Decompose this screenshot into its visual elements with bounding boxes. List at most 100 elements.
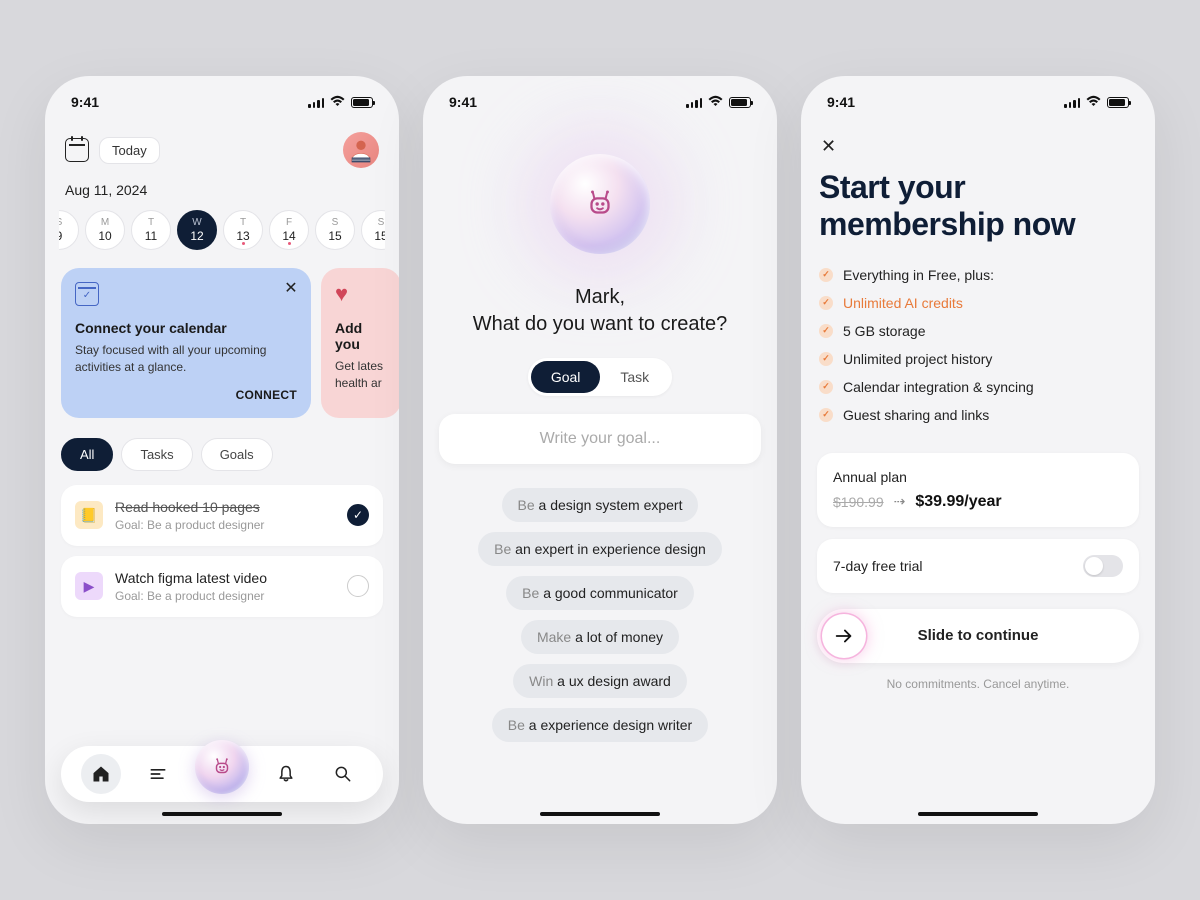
goal-input[interactable]: Write your goal... — [439, 414, 761, 464]
filter-goals[interactable]: Goals — [201, 438, 273, 471]
suggestions: Be a design system expert Be an expert i… — [439, 488, 761, 742]
plan-name: Annual plan — [833, 469, 1123, 485]
suggestion-chip[interactable]: Be an expert in experience design — [478, 532, 722, 566]
day-chip[interactable]: T11 — [131, 210, 171, 250]
avatar-icon — [347, 136, 375, 164]
mode-toggle[interactable]: Goal Task — [528, 358, 672, 396]
close-button[interactable]: ✕ — [821, 136, 845, 157]
card-title: Add you — [335, 320, 387, 352]
plan-card[interactable]: Annual plan $190.99 ⇢ $39.99/year — [817, 453, 1139, 527]
status-icons — [308, 93, 373, 111]
home-icon — [91, 764, 111, 784]
perk-item: ✓Unlimited project history — [819, 351, 1137, 367]
perk-item: ✓5 GB storage — [819, 323, 1137, 339]
new-price: $39.99/year — [915, 493, 1001, 511]
close-icon[interactable]: ✕ — [281, 278, 301, 298]
ai-orb — [550, 154, 650, 254]
calendar-icon[interactable] — [65, 138, 89, 162]
robot-icon — [211, 756, 233, 778]
wifi-icon — [330, 93, 345, 111]
check-icon: ✓ — [819, 408, 833, 422]
day-chip-selected[interactable]: W12 — [177, 210, 217, 250]
suggestion-chip[interactable]: Be a good communicator — [506, 576, 694, 610]
status-time: 9:41 — [827, 94, 855, 110]
task-subtitle: Goal: Be a product designer — [115, 518, 335, 532]
status-icons — [1064, 93, 1129, 111]
connect-calendar-card[interactable]: ✕ Connect your calendar Stay focused wit… — [61, 268, 311, 418]
week-strip[interactable]: S9 M10 T11 W12 T13 F14 S15 S15 — [59, 210, 385, 250]
footnote: No commitments. Cancel anytime. — [817, 677, 1139, 691]
menu-icon — [148, 764, 168, 784]
bottom-nav — [61, 746, 383, 802]
day-chip[interactable]: S15 — [315, 210, 355, 250]
status-time: 9:41 — [449, 94, 477, 110]
perk-item: ✓Calendar integration & syncing — [819, 379, 1137, 395]
home-indicator[interactable] — [162, 812, 282, 816]
home-indicator[interactable] — [918, 812, 1038, 816]
perk-item: ✓Unlimited AI credits — [819, 295, 1137, 311]
task-title: Read hooked 10 pages — [115, 499, 335, 515]
card-body: Get lates health ar — [335, 358, 387, 392]
cellular-icon — [1064, 97, 1080, 108]
task-checkbox[interactable] — [347, 575, 369, 597]
heart-icon: ♥ — [335, 282, 359, 306]
perk-item: ✓Guest sharing and links — [819, 407, 1137, 423]
nav-search[interactable] — [323, 754, 363, 794]
calendar-check-icon — [75, 282, 99, 306]
filter-row: All Tasks Goals — [61, 438, 383, 471]
search-icon — [333, 764, 353, 784]
health-card[interactable]: ♥ Add you Get lates health ar — [321, 268, 399, 418]
create-screen: 9:41 Mark, What do you want to create? G… — [423, 76, 777, 824]
check-icon: ✓ — [819, 352, 833, 366]
suggestion-chip[interactable]: Win a ux design award — [513, 664, 687, 698]
nav-menu[interactable] — [138, 754, 178, 794]
price-row: $190.99 ⇢ $39.99/year — [833, 493, 1123, 511]
day-chip[interactable]: M10 — [85, 210, 125, 250]
old-price: $190.99 — [833, 494, 884, 510]
cellular-icon — [308, 97, 324, 108]
task-title: Watch figma latest video — [115, 570, 335, 586]
battery-icon — [729, 97, 751, 108]
suggestion-chip[interactable]: Be a design system expert — [502, 488, 699, 522]
page-title: Start your membership now — [819, 169, 1137, 243]
connect-button[interactable]: CONNECT — [75, 388, 297, 402]
day-chip[interactable]: S15 — [361, 210, 385, 250]
task-checkbox[interactable]: ✓ — [347, 504, 369, 526]
wifi-icon — [708, 93, 723, 111]
filter-all[interactable]: All — [61, 438, 113, 471]
mode-goal[interactable]: Goal — [531, 361, 601, 393]
suggestion-chip[interactable]: Be a experience design writer — [492, 708, 708, 742]
trial-toggle[interactable] — [1083, 555, 1123, 577]
avatar[interactable] — [343, 132, 379, 168]
check-icon: ✓ — [819, 380, 833, 394]
robot-icon — [583, 187, 617, 221]
ai-button[interactable] — [195, 740, 249, 794]
card-title: Connect your calendar — [75, 320, 297, 336]
day-chip[interactable]: F14 — [269, 210, 309, 250]
home-screen: 9:41 Today Aug 11, 2024 S9 M10 T11 W12 T… — [45, 76, 399, 824]
slide-label: Slide to continue — [817, 627, 1139, 644]
day-chip[interactable]: S9 — [59, 210, 79, 250]
membership-screen: 9:41 ✕ Start your membership now ✓Everyt… — [801, 76, 1155, 824]
status-icons — [686, 93, 751, 111]
nav-home[interactable] — [81, 754, 121, 794]
status-bar: 9:41 — [817, 90, 1139, 114]
card-body: Stay focused with all your upcoming acti… — [75, 342, 297, 376]
status-bar: 9:41 — [439, 90, 761, 114]
slide-to-continue[interactable]: Slide to continue — [817, 609, 1139, 663]
suggestion-chip[interactable]: Make a lot of money — [521, 620, 679, 654]
date-label: Aug 11, 2024 — [65, 182, 379, 198]
video-icon: ▶ — [75, 572, 103, 600]
battery-icon — [1107, 97, 1129, 108]
trial-card: 7-day free trial — [817, 539, 1139, 593]
filter-tasks[interactable]: Tasks — [121, 438, 192, 471]
nav-notifications[interactable] — [266, 754, 306, 794]
mode-task[interactable]: Task — [600, 361, 669, 393]
arrow-icon: ⇢ — [894, 493, 906, 510]
day-chip[interactable]: T13 — [223, 210, 263, 250]
home-indicator[interactable] — [540, 812, 660, 816]
task-row[interactable]: ▶ Watch figma latest video Goal: Be a pr… — [61, 556, 383, 617]
bell-icon — [276, 764, 296, 784]
today-button[interactable]: Today — [99, 137, 160, 164]
task-row[interactable]: 📒 Read hooked 10 pages Goal: Be a produc… — [61, 485, 383, 546]
